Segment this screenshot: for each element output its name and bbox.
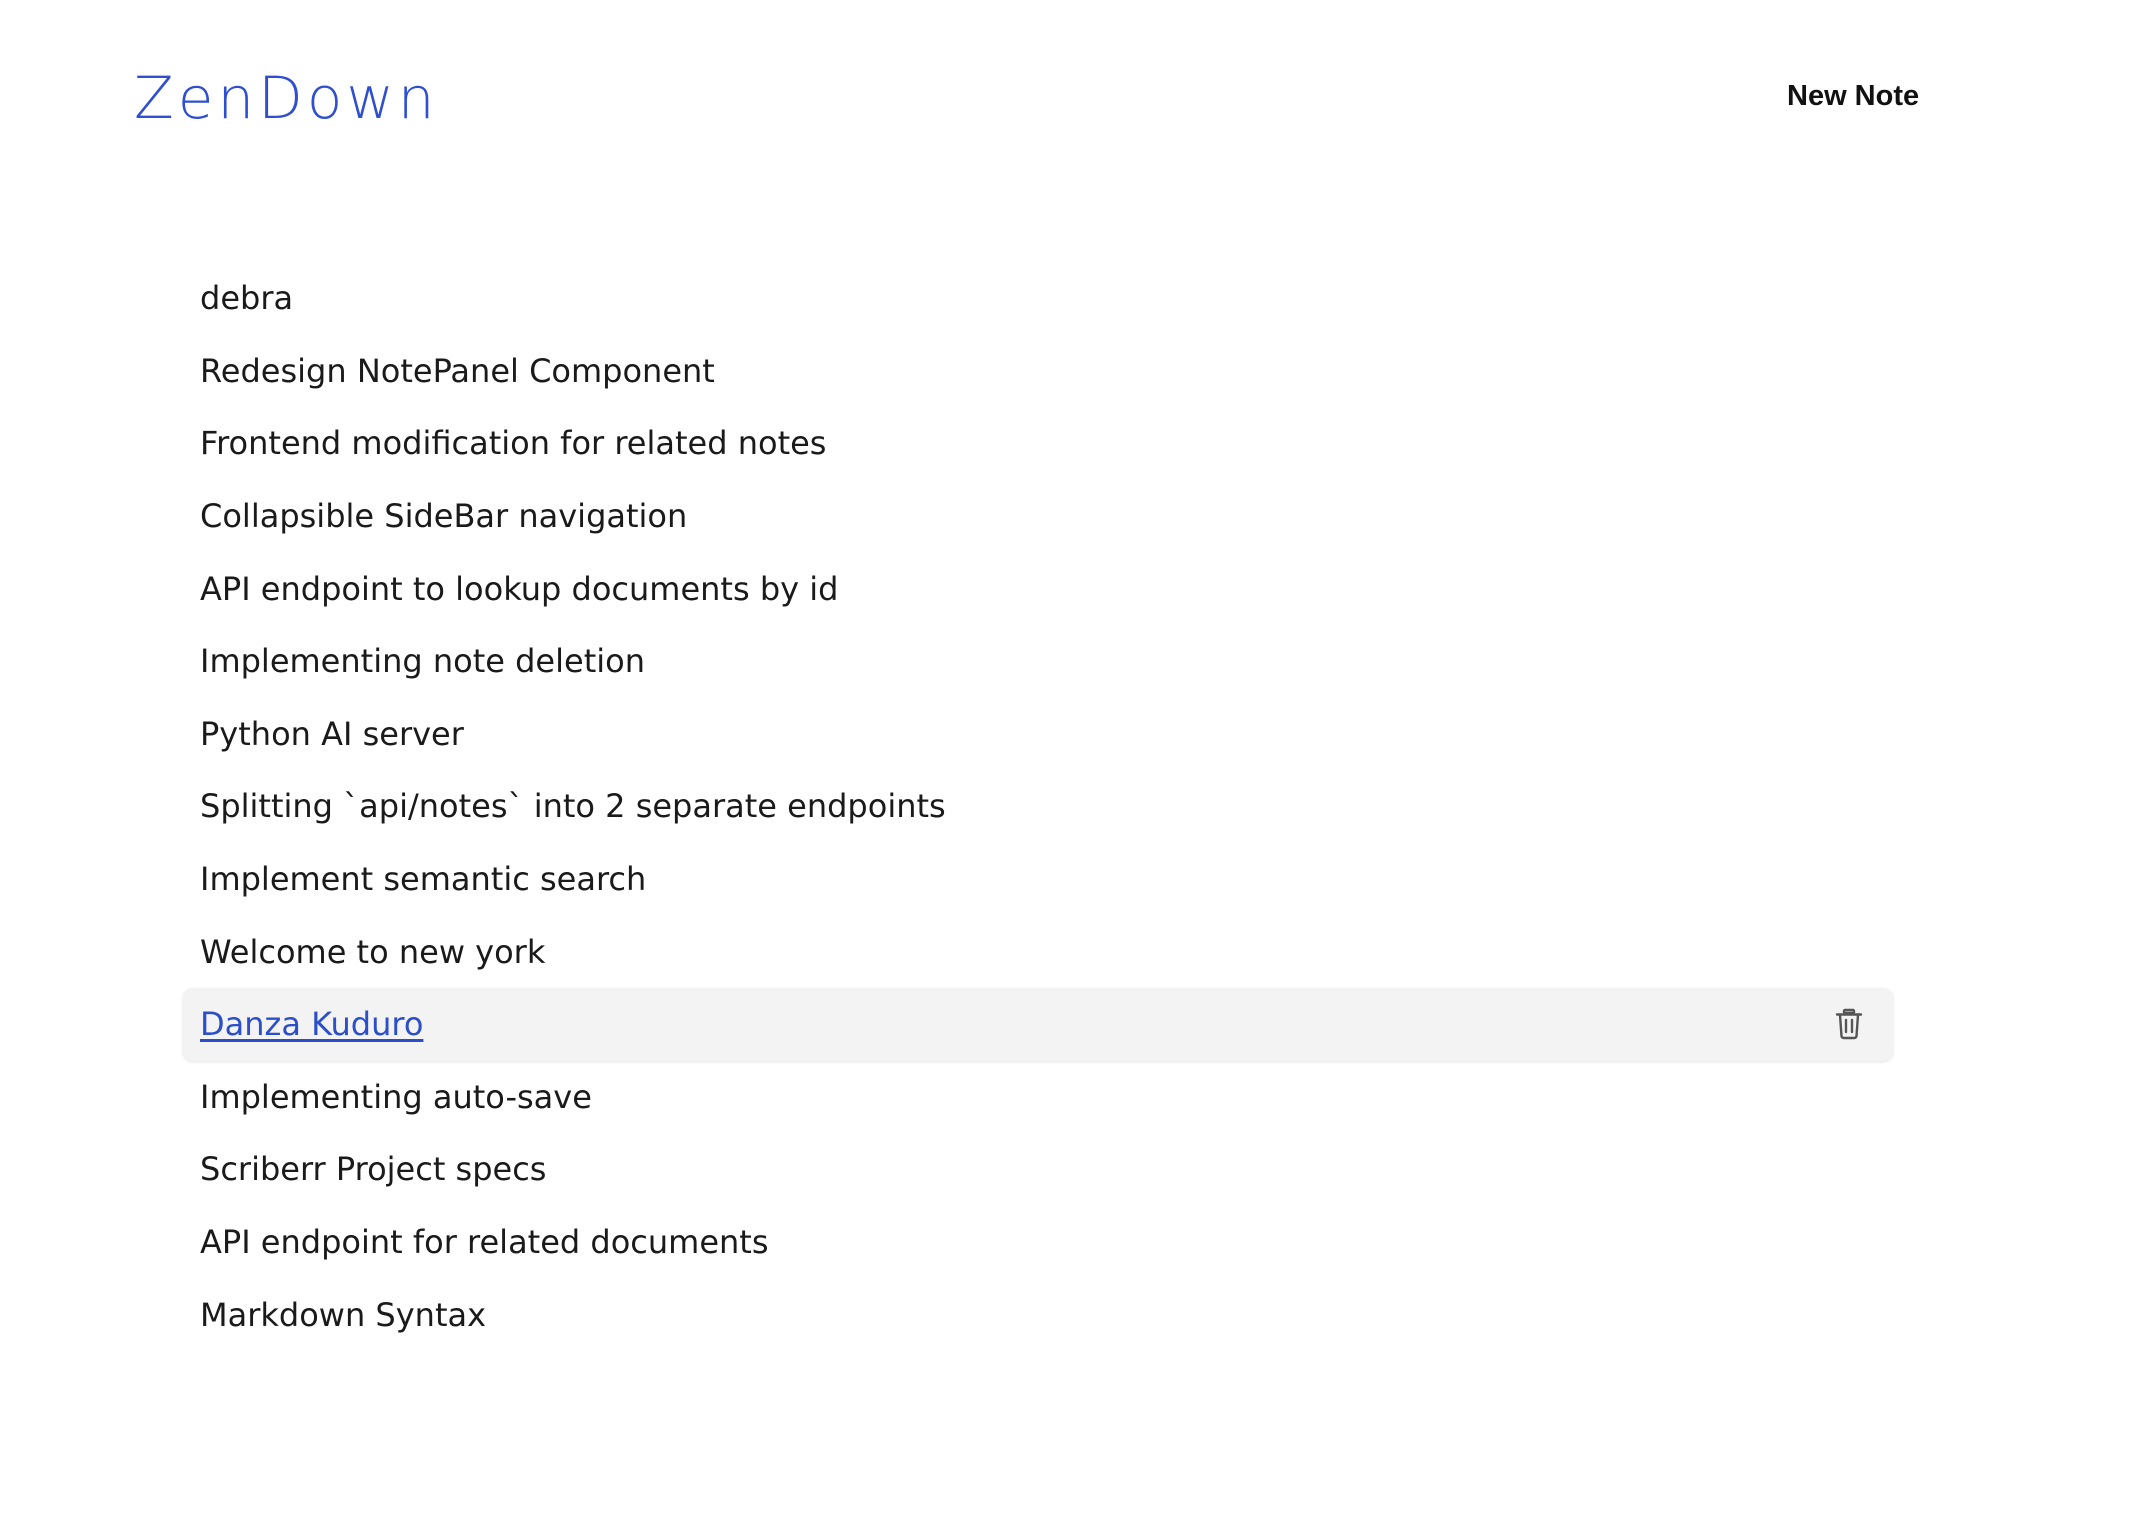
note-title[interactable]: Redesign NotePanel Component xyxy=(200,351,715,391)
note-title[interactable]: Danza Kuduro xyxy=(200,1004,423,1044)
note-list: debra Redesign NotePanel Component Front… xyxy=(183,262,1893,1351)
trash-icon-graphic xyxy=(1835,1009,1863,1040)
note-item[interactable]: debra xyxy=(183,262,1893,335)
new-note-button[interactable]: New Note xyxy=(1787,76,1919,116)
note-title[interactable]: API endpoint to lookup documents by id xyxy=(200,569,838,609)
note-title[interactable]: Frontend modification for related notes xyxy=(200,423,826,463)
note-title[interactable]: Implementing note deletion xyxy=(200,641,645,681)
note-title[interactable]: Scriberr Project specs xyxy=(200,1149,546,1189)
note-item-hovered[interactable]: Danza Kuduro xyxy=(183,987,1893,1061)
note-item[interactable]: Implementing auto-save xyxy=(183,1061,1893,1134)
note-item[interactable]: API endpoint to lookup documents by id xyxy=(183,552,1893,625)
header: ZenDown New Note xyxy=(0,0,2138,190)
note-item[interactable]: Frontend modification for related notes xyxy=(183,407,1893,480)
app-logo[interactable]: ZenDown xyxy=(134,62,439,134)
note-item[interactable]: Implement semantic search xyxy=(183,843,1893,916)
trash-icon[interactable] xyxy=(1832,1007,1866,1041)
note-item[interactable]: Redesign NotePanel Component xyxy=(183,335,1893,408)
note-title[interactable]: Implementing auto-save xyxy=(200,1077,592,1117)
note-item[interactable]: Markdown Syntax xyxy=(183,1278,1893,1351)
note-item[interactable]: Welcome to new york xyxy=(183,915,1893,988)
note-title[interactable]: API endpoint for related documents xyxy=(200,1222,769,1262)
note-item[interactable]: Implementing note deletion xyxy=(183,625,1893,698)
note-title[interactable]: Collapsible SideBar navigation xyxy=(200,496,687,536)
note-title[interactable]: Markdown Syntax xyxy=(200,1295,486,1335)
note-title[interactable]: Splitting `api/notes` into 2 separate en… xyxy=(200,786,946,826)
note-item[interactable]: API endpoint for related documents xyxy=(183,1206,1893,1279)
note-title[interactable]: debra xyxy=(200,278,293,318)
note-title[interactable]: Implement semantic search xyxy=(200,859,646,899)
note-title[interactable]: Python AI server xyxy=(200,714,464,754)
note-item[interactable]: Collapsible SideBar navigation xyxy=(183,480,1893,553)
note-item[interactable]: Scriberr Project specs xyxy=(183,1133,1893,1206)
note-item[interactable]: Splitting `api/notes` into 2 separate en… xyxy=(183,770,1893,843)
note-title[interactable]: Welcome to new york xyxy=(200,932,545,972)
note-item[interactable]: Python AI server xyxy=(183,698,1893,771)
page: ZenDown New Note debra Redesign NotePane… xyxy=(0,0,2138,1524)
